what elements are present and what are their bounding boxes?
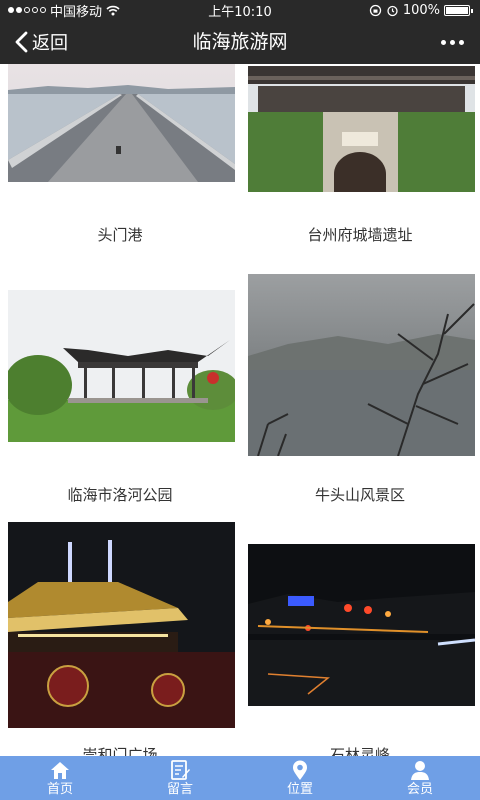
more-dots-icon [441, 39, 446, 45]
attraction-name: 头门港 [97, 226, 143, 244]
alarm-icon [387, 5, 398, 16]
tab-bar: 首页 留言 位置 会员 [0, 756, 480, 800]
attraction-photo [8, 64, 235, 182]
attraction-name: 临海市洛河公园 [67, 486, 173, 504]
home-icon [51, 762, 69, 779]
nav-bar: 返回 临海旅游网 [0, 20, 480, 64]
tab-home[interactable]: 首页 [0, 756, 120, 800]
attraction-card[interactable]: 石林灵峰 [240, 544, 480, 764]
tab-message[interactable]: 留言 [120, 756, 240, 800]
attraction-card[interactable]: 临海市洛河公园 [0, 290, 240, 520]
attraction-card[interactable]: 头门港 [0, 64, 240, 260]
attraction-photo [248, 66, 475, 192]
tab-label: 会员 [406, 782, 433, 797]
attraction-card[interactable]: 崇和门广场 [0, 520, 240, 764]
page-title: 临海旅游网 [192, 31, 288, 53]
attraction-card[interactable]: 牛头山风景区 [240, 274, 480, 520]
tab-label: 位置 [286, 782, 313, 797]
battery-icon [444, 4, 473, 16]
status-time: 上午10:10 [208, 4, 272, 20]
status-bar: 中国移动 上午10:10 100% [0, 0, 480, 20]
location-pin-icon [293, 760, 307, 780]
attraction-photo [248, 274, 475, 456]
lock-rotation-icon [369, 4, 381, 16]
user-icon [411, 761, 429, 780]
carrier-label: 中国移动 [50, 4, 103, 20]
tab-location[interactable]: 位置 [240, 756, 360, 800]
signal-strength-icon [8, 7, 46, 13]
attraction-photo [8, 290, 235, 442]
more-button[interactable] [441, 20, 464, 64]
tab-label: 首页 [46, 782, 73, 797]
attraction-card[interactable]: 台州府城墙遗址 [240, 64, 480, 260]
attraction-photo [8, 522, 235, 728]
attraction-photo [248, 544, 475, 706]
wifi-icon [106, 5, 120, 15]
attraction-name: 台州府城墙遗址 [307, 226, 413, 244]
message-edit-icon [171, 760, 190, 780]
attraction-name: 牛头山风景区 [314, 486, 405, 504]
tab-label: 留言 [166, 782, 193, 797]
battery-percent: 100% [402, 2, 440, 18]
tab-member[interactable]: 会员 [360, 756, 480, 800]
